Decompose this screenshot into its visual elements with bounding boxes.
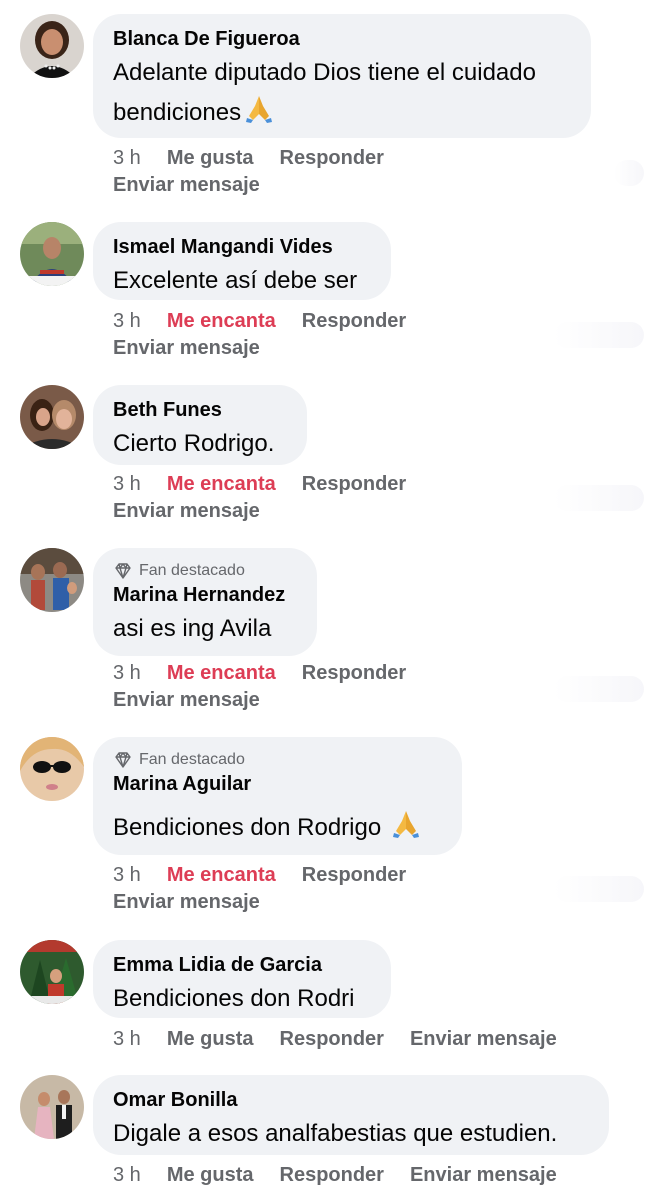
avatar[interactable] bbox=[20, 548, 84, 612]
comment-actions: 3 h Me encanta Responder Enviar mensaje bbox=[113, 471, 406, 525]
comment-bubble: Ismael Mangandi Vides Excelente así debe… bbox=[93, 222, 391, 300]
reaction-ghost bbox=[554, 485, 644, 511]
comment-author[interactable]: Blanca De Figueroa bbox=[113, 26, 571, 52]
send-message-button[interactable]: Enviar mensaje bbox=[113, 889, 260, 916]
reply-button[interactable]: Responder bbox=[302, 471, 406, 498]
like-button[interactable]: Me gusta bbox=[167, 1162, 254, 1189]
like-button[interactable]: Me gusta bbox=[167, 1026, 254, 1053]
comment-actions: 3 h Me gusta Responder Enviar mensaje bbox=[113, 145, 384, 199]
love-reaction-button[interactable]: Me encanta bbox=[167, 471, 276, 498]
comment-text-content: Adelante diputado Dios tiene el cuidado … bbox=[113, 59, 536, 126]
comment-author[interactable]: Ismael Mangandi Vides bbox=[113, 234, 371, 260]
comment-text: Bendiciones don Rodri bbox=[113, 985, 355, 1012]
avatar[interactable] bbox=[20, 222, 84, 286]
comment-text: asi es ing Avila bbox=[113, 615, 272, 642]
comment-bubble: Omar Bonilla Digale a esos analfabestias… bbox=[93, 1075, 609, 1155]
reply-button[interactable]: Responder bbox=[280, 145, 384, 172]
comment-author[interactable]: Omar Bonilla bbox=[113, 1087, 589, 1113]
comment-time[interactable]: 3 h bbox=[113, 660, 141, 687]
avatar-photo bbox=[20, 548, 84, 612]
send-message-button[interactable]: Enviar mensaje bbox=[410, 1026, 557, 1053]
avatar[interactable] bbox=[20, 385, 84, 449]
comment-time[interactable]: 3 h bbox=[113, 1162, 141, 1189]
top-fan-label: Fan destacado bbox=[139, 751, 245, 768]
send-message-button[interactable]: Enviar mensaje bbox=[113, 687, 260, 714]
comment-text: Bendiciones don Rodrigo bbox=[113, 807, 442, 851]
avatar-photo bbox=[20, 222, 84, 286]
avatar[interactable] bbox=[20, 737, 84, 801]
comment-author[interactable]: Beth Funes bbox=[113, 397, 287, 423]
comment-bubble: Emma Lidia de Garcia Bendiciones don Rod… bbox=[93, 940, 391, 1018]
like-button[interactable]: Me gusta bbox=[167, 145, 254, 172]
send-message-button[interactable]: Enviar mensaje bbox=[113, 498, 260, 525]
comment-actions: 3 h Me gusta Responder Enviar mensaje bbox=[113, 1162, 557, 1189]
comment-bubble: Blanca De Figueroa Adelante diputado Dio… bbox=[93, 14, 591, 138]
comment-author[interactable]: Emma Lidia de Garcia bbox=[113, 952, 371, 978]
top-fan-badge: Fan destacado bbox=[113, 749, 442, 771]
love-reaction-button[interactable]: Me encanta bbox=[167, 862, 276, 889]
pray-icon bbox=[243, 92, 275, 136]
reaction-ghost bbox=[554, 322, 644, 348]
comment-actions: 3 h Me encanta Responder Enviar mensaje bbox=[113, 660, 406, 714]
comment-bubble: Beth Funes Cierto Rodrigo. bbox=[93, 385, 307, 465]
top-fan-badge: Fan destacado bbox=[113, 560, 297, 582]
comment-actions: 3 h Me encanta Responder Enviar mensaje bbox=[113, 308, 406, 362]
comment-time[interactable]: 3 h bbox=[113, 145, 141, 172]
send-message-button[interactable]: Enviar mensaje bbox=[113, 172, 260, 199]
comment-text: Adelante diputado Dios tiene el cuidado … bbox=[113, 54, 571, 136]
comment-bubble: Fan destacado Marina Aguilar Bendiciones… bbox=[93, 737, 462, 855]
comment-feed: Blanca De Figueroa Adelante diputado Dio… bbox=[0, 0, 662, 1200]
avatar-photo bbox=[20, 14, 84, 78]
comment-bubble: Fan destacado Marina Hernandez asi es in… bbox=[93, 548, 317, 656]
love-reaction-button[interactable]: Me encanta bbox=[167, 660, 276, 687]
comment-text: Digale a esos analfabestias que estudien… bbox=[113, 1120, 558, 1147]
comment-text: Excelente así debe ser bbox=[113, 267, 358, 294]
reply-button[interactable]: Responder bbox=[302, 308, 406, 335]
love-reaction-button[interactable]: Me encanta bbox=[167, 308, 276, 335]
reaction-ghost bbox=[554, 676, 644, 702]
avatar[interactable] bbox=[20, 940, 84, 1004]
avatar-photo bbox=[20, 737, 84, 801]
avatar-photo bbox=[20, 385, 84, 449]
comment-author[interactable]: Marina Aguilar bbox=[113, 771, 442, 797]
comment-time[interactable]: 3 h bbox=[113, 1026, 141, 1053]
send-message-button[interactable]: Enviar mensaje bbox=[113, 335, 260, 362]
diamond-icon bbox=[115, 563, 131, 579]
reaction-ghost bbox=[614, 160, 644, 186]
avatar-photo bbox=[20, 1075, 84, 1139]
avatar[interactable] bbox=[20, 1075, 84, 1139]
reaction-ghost bbox=[554, 876, 644, 902]
send-message-button[interactable]: Enviar mensaje bbox=[410, 1162, 557, 1189]
comment-actions: 3 h Me encanta Responder Enviar mensaje bbox=[113, 862, 406, 916]
diamond-icon bbox=[115, 752, 131, 768]
avatar[interactable] bbox=[20, 14, 84, 78]
pray-icon bbox=[390, 807, 422, 851]
comment-time[interactable]: 3 h bbox=[113, 471, 141, 498]
top-fan-label: Fan destacado bbox=[139, 562, 245, 579]
comment-actions: 3 h Me gusta Responder Enviar mensaje bbox=[113, 1026, 557, 1053]
reply-button[interactable]: Responder bbox=[302, 862, 406, 889]
reply-button[interactable]: Responder bbox=[280, 1162, 384, 1189]
comment-text: Cierto Rodrigo. bbox=[113, 430, 275, 457]
avatar-photo bbox=[20, 940, 84, 1004]
comment-text-content: Bendiciones don Rodrigo bbox=[113, 814, 382, 841]
comment-time[interactable]: 3 h bbox=[113, 308, 141, 335]
reply-button[interactable]: Responder bbox=[302, 660, 406, 687]
reply-button[interactable]: Responder bbox=[280, 1026, 384, 1053]
comment-time[interactable]: 3 h bbox=[113, 862, 141, 889]
comment-author[interactable]: Marina Hernandez bbox=[113, 582, 297, 608]
